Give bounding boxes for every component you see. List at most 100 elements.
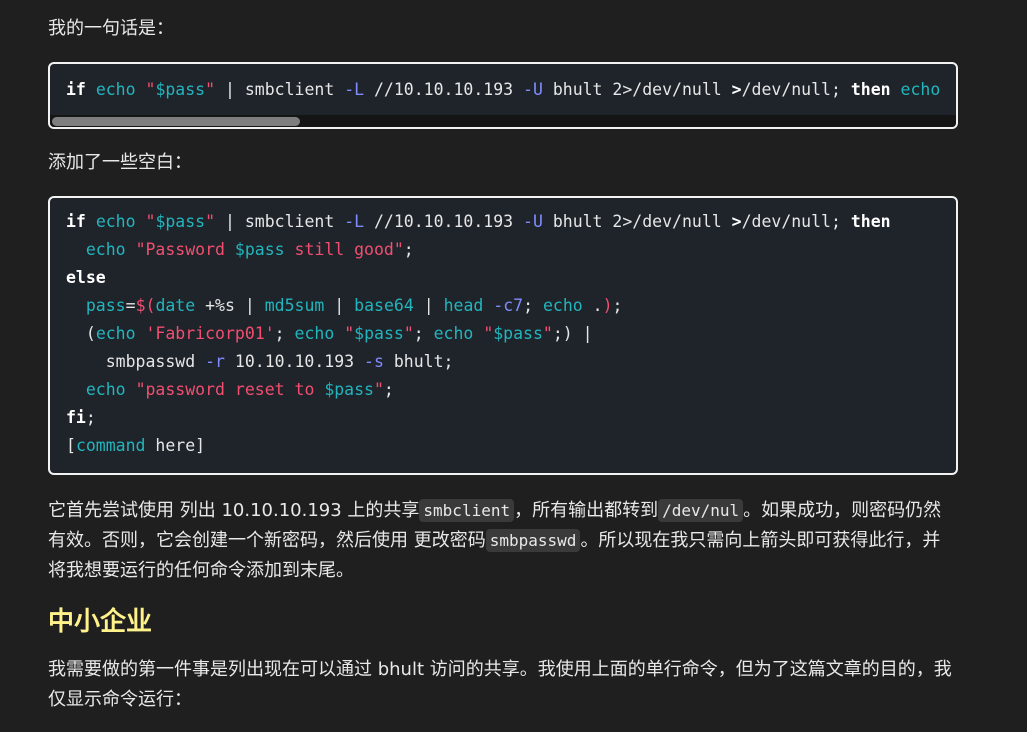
code-token: " — [542, 324, 553, 343]
intro-text: 我的一句话是： — [48, 18, 174, 39]
code-token: ; — [403, 240, 414, 259]
code-line: if echo "$pass" | smbclient -L //10.10.1… — [66, 76, 940, 104]
code-token: fi — [66, 408, 86, 427]
code-token: /dev/null; — [741, 80, 851, 99]
code-token: then — [850, 212, 891, 231]
code-line: fi; — [66, 404, 940, 432]
code-token: > — [731, 80, 742, 99]
code-line: smbpasswd -r 10.10.10.193 -s bhult; — [66, 348, 940, 376]
scrollbar-thumb[interactable] — [52, 117, 300, 126]
code-token: else — [66, 268, 106, 287]
code-token: echo — [294, 324, 335, 343]
code-token: echo — [95, 324, 136, 343]
code-line: echo "password reset to $pass"; — [66, 376, 940, 404]
code-token: -s — [364, 352, 384, 371]
code-token: $pass — [354, 324, 404, 343]
code-token: ; — [85, 408, 96, 427]
code-token: //10.10.10.193 — [364, 212, 524, 231]
code-token: here] — [145, 436, 206, 455]
code-token: if — [66, 212, 86, 231]
code-token: md5sum — [264, 296, 325, 315]
code-token: base64 — [354, 296, 414, 315]
code-token: " — [145, 212, 156, 231]
code-token: ( — [66, 324, 96, 343]
code-token: $pass — [234, 240, 285, 259]
horizontal-scrollbar[interactable] — [50, 115, 956, 127]
code-token: | smbclient — [215, 212, 345, 231]
whitespace-text: 添加了一些空白： — [48, 152, 192, 173]
code-token: $( — [135, 296, 156, 315]
code-token: echo — [433, 324, 474, 343]
code-token: -U — [523, 212, 543, 231]
code-token: +%s | — [195, 296, 265, 315]
code-line: if echo "$pass" | smbclient -L //10.10.1… — [66, 208, 940, 236]
explanation-paragraph: 它首先尝试使用 列出 10.10.10.193 上的共享 smbclient ，所有… — [48, 499, 942, 581]
code-token: ; — [612, 296, 623, 315]
code-token: bhult 2>/dev/null — [542, 212, 732, 231]
code-token: 'Fabricorp01' — [145, 324, 275, 343]
code-token: /dev/null; — [741, 212, 851, 231]
code-token: bhult 2>/dev/null — [542, 80, 732, 99]
inline-code-smbclient: smbclient — [419, 499, 515, 522]
code-token: $pass — [155, 212, 206, 231]
code-token: echo — [85, 240, 126, 259]
code-token: " — [145, 80, 156, 99]
code-token: "Password — [135, 240, 235, 259]
code-token: echo — [95, 212, 136, 231]
code-token: date — [155, 296, 196, 315]
code-token: smbpasswd — [66, 352, 206, 371]
code-token: command — [75, 436, 146, 455]
code-token: echo — [95, 80, 136, 99]
code-token: bhult; — [383, 352, 454, 371]
code-token: echo — [542, 296, 583, 315]
smb-paragraph: 我需要做的第一件事是列出现在可以通过 bhult 访问的共享。我使用上面的单行命… — [48, 659, 952, 710]
code-token: | — [413, 296, 444, 315]
code-token: echo — [900, 80, 941, 99]
code-line: pass=$(date +%s | md5sum | base64 | head… — [66, 292, 940, 320]
code-token: ; — [383, 380, 394, 399]
code-token: [ — [66, 436, 76, 455]
code-token: then — [850, 80, 891, 99]
code-token: ; — [523, 296, 543, 315]
code-token: = — [125, 296, 136, 315]
code-token: $pass — [493, 324, 543, 343]
code-token: pass — [85, 296, 126, 315]
code-token: "password reset to — [135, 380, 325, 399]
code-token: -c7 — [493, 296, 524, 315]
code-block-oneliner[interactable]: if echo "$pass" | smbclient -L //10.10.1… — [48, 62, 958, 129]
code-token: if — [66, 80, 86, 99]
code-token: //10.10.10.193 — [364, 80, 524, 99]
code-token: -r — [205, 352, 225, 371]
code-token: " — [344, 324, 355, 343]
code-token: " — [205, 212, 216, 231]
code-token: $pass — [324, 380, 374, 399]
code-token: head — [443, 296, 484, 315]
code-token: still good" — [284, 240, 404, 259]
code-token: . — [582, 296, 603, 315]
code-token: 10.10.10.193 — [224, 352, 365, 371]
code-token: -L — [344, 212, 365, 231]
section-heading: 中小企业 — [48, 607, 153, 637]
code-token: | smbclient — [215, 80, 345, 99]
code-line: (echo 'Fabricorp01'; echo "$pass"; echo … — [66, 320, 940, 348]
code-token: -U — [523, 80, 543, 99]
code-block-formatted[interactable]: if echo "$pass" | smbclient -L //10.10.1… — [48, 196, 958, 475]
code-token: " — [483, 324, 494, 343]
code-token: ) — [602, 296, 613, 315]
code-line: [command here] — [66, 432, 940, 460]
code-token: echo — [85, 380, 126, 399]
code-token: " — [373, 380, 384, 399]
code-token: ; — [274, 324, 295, 343]
